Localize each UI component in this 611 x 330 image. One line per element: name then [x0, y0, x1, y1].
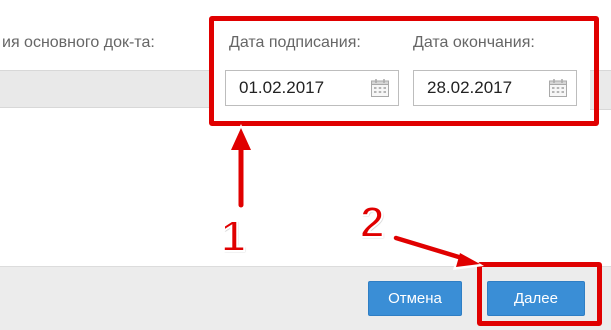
- next-button-highlight-box: [477, 262, 602, 326]
- main-document-date-label: ия основного док-та:: [2, 34, 155, 51]
- main-document-date-field[interactable]: [0, 70, 214, 108]
- cancel-button[interactable]: Отмена: [368, 281, 462, 316]
- step-number-1: 1: [220, 211, 247, 262]
- step-number-2: 2: [359, 197, 386, 248]
- dates-highlight-box: [209, 16, 599, 126]
